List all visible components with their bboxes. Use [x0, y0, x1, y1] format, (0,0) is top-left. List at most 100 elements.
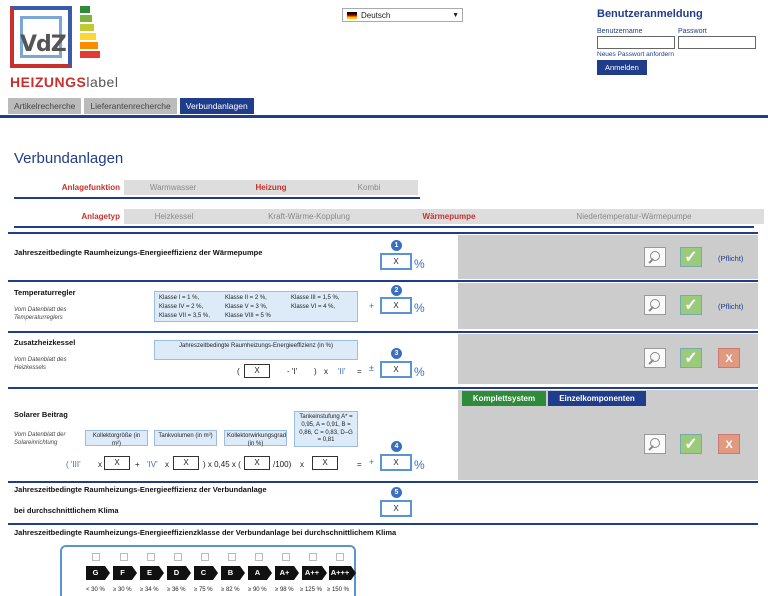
- s5-subtitle: bei durchschnittlichem Klima: [14, 506, 119, 515]
- s3-value-field[interactable]: X: [380, 361, 412, 378]
- s3-minus-i: - 'I': [287, 367, 298, 376]
- s3-open-paren: (: [237, 367, 240, 376]
- s5-value-field[interactable]: X: [380, 500, 412, 517]
- reject-x-icon[interactable]: X: [718, 348, 740, 368]
- class-checkbox-f[interactable]: [120, 553, 128, 561]
- s1-action-panel: [458, 235, 758, 279]
- s2-value-field[interactable]: X: [380, 297, 412, 314]
- logo-label: HEIZUNGSlabel: [10, 74, 119, 90]
- s3-number-badge: 3: [391, 348, 402, 359]
- page-title: Verbundanlagen: [14, 150, 124, 167]
- class-threshold-g: < 30 %: [86, 587, 105, 593]
- section-divider: [8, 387, 758, 389]
- class-checkbox-g[interactable]: [92, 553, 100, 561]
- class-arrow-d: D: [167, 566, 191, 580]
- search-icon[interactable]: [644, 348, 666, 368]
- class-checkbox-a-plus2[interactable]: [309, 553, 317, 561]
- class-arrow-c: C: [194, 566, 218, 580]
- confirm-check-icon[interactable]: ✓: [680, 295, 702, 315]
- s3-equals: =: [357, 367, 362, 376]
- s4-efficiency-field[interactable]: X: [244, 456, 270, 470]
- s4-times-3: x: [300, 460, 304, 469]
- reject-x-icon[interactable]: X: [718, 434, 740, 454]
- confirm-check-icon[interactable]: ✓: [680, 348, 702, 368]
- s4-middle-expr: ) x 0,45 x (: [203, 460, 241, 469]
- search-icon[interactable]: [644, 434, 666, 454]
- option-heizung[interactable]: Heizung: [222, 180, 320, 195]
- s3-close-paren: ): [314, 367, 317, 376]
- class-threshold-a: ≥ 90 %: [248, 587, 267, 593]
- s3-subtitle: Vom Datenblatt des Heizkessels: [14, 357, 67, 371]
- class-checkbox-a-plus[interactable]: [282, 553, 290, 561]
- anlagetyp-label: Anlagetyp: [81, 212, 120, 221]
- tab-einzelkomponenten[interactable]: Einzelkomponenten: [548, 391, 646, 406]
- search-icon[interactable]: [644, 295, 666, 315]
- s3-percent: %: [414, 365, 425, 379]
- s3-times: x: [324, 367, 328, 376]
- class-arrow-a-plus: A+: [275, 566, 299, 580]
- s2-class-table: Klasse I = 1 %, Klasse II = 2 %, Klasse II…: [154, 291, 358, 322]
- anlagefunktion-label: Anlagefunktion: [61, 183, 120, 192]
- class-checkbox-c[interactable]: [201, 553, 209, 561]
- class-checkbox-a[interactable]: [255, 553, 263, 561]
- s4-value-field[interactable]: X: [380, 454, 412, 471]
- chevron-down-icon: ▼: [452, 11, 459, 19]
- password-label: Passwort: [678, 28, 707, 35]
- s4-number-badge: 4: [391, 441, 402, 452]
- option-nt-waermepumpe[interactable]: Niedertemperatur-Wärmepumpe: [504, 209, 764, 224]
- s4-div100: /100): [273, 460, 292, 469]
- confirm-check-icon[interactable]: ✓: [680, 434, 702, 454]
- search-icon[interactable]: [644, 247, 666, 267]
- option-waermepumpe[interactable]: Wärmepumpe: [394, 209, 504, 224]
- s4-tank-volume-field[interactable]: X: [173, 456, 199, 470]
- class-checkbox-b[interactable]: [228, 553, 236, 561]
- s4-plus: +: [135, 460, 140, 469]
- class-threshold-e: ≥ 34 %: [140, 587, 159, 593]
- s4-times-2: x: [165, 460, 169, 469]
- s4-percent: %: [414, 458, 425, 472]
- anlagetyp-row: Anlagetyp Heizkessel Kraft-Wärme-Kopplun…: [14, 209, 764, 224]
- s6-title: Jahreszeitbedingte Raumheizungs-Energiee…: [14, 528, 397, 537]
- section-divider: [8, 523, 758, 525]
- class-threshold-a-plus3: ≥ 150 %: [327, 587, 349, 593]
- tab-verbundanlagen[interactable]: Verbundanlagen: [179, 98, 254, 114]
- class-checkbox-d[interactable]: [174, 553, 182, 561]
- s3-inner-field[interactable]: X: [244, 364, 270, 378]
- vdz-logo[interactable]: VdZ HEIZUNGSlabel: [8, 4, 118, 92]
- s4-tank-class-field[interactable]: X: [312, 456, 338, 470]
- s4-collector-size-field[interactable]: X: [104, 456, 130, 470]
- s3-factor-ii: 'II': [338, 367, 346, 376]
- anlagefunktion-row: Anlagefunktion Warmwasser Heizung Kombi: [14, 180, 418, 195]
- class-checkbox-a-plus3[interactable]: [336, 553, 344, 561]
- s4-info-collector-size: Kollektorgröße (in m²): [85, 430, 148, 447]
- s5-title: Jahreszeitbedingte Raumheizungs-Energiee…: [14, 485, 267, 494]
- option-kombi[interactable]: Kombi: [320, 180, 418, 195]
- class-arrow-a-plus3: A+++: [329, 566, 356, 580]
- s1-pflicht: (Pflicht): [718, 254, 744, 263]
- option-warmwasser[interactable]: Warmwasser: [124, 180, 222, 195]
- s1-value-field[interactable]: X: [380, 253, 412, 270]
- tab-lieferantenrecherche[interactable]: Lieferantenrecherche: [84, 98, 177, 114]
- anlagefunktion-underline: [14, 197, 420, 199]
- nav-divider: [0, 115, 768, 118]
- tab-komplettsystem[interactable]: Komplettsystem: [462, 391, 546, 406]
- password-input[interactable]: [678, 36, 756, 49]
- option-kwk[interactable]: Kraft-Wärme-Kopplung: [224, 209, 394, 224]
- s4-subtitle: Vom Datenblatt der Solareinrichtung: [14, 432, 66, 446]
- language-select[interactable]: Deutsch ▼: [342, 8, 463, 22]
- confirm-check-icon[interactable]: ✓: [680, 247, 702, 267]
- class-arrow-a: A: [248, 566, 272, 580]
- s3-plusminus: ±: [369, 363, 374, 373]
- class-arrow-e: E: [140, 566, 164, 580]
- class-arrow-f: F: [113, 566, 137, 580]
- main-nav: Artikelrecherche Lieferantenrecherche Ve…: [8, 98, 254, 114]
- class-checkbox-e[interactable]: [147, 553, 155, 561]
- s1-number-badge: 1: [391, 240, 402, 251]
- logo-brand-text: VdZ: [20, 32, 67, 57]
- option-heizkessel[interactable]: Heizkessel: [124, 209, 224, 224]
- section-divider: [8, 280, 758, 282]
- login-button[interactable]: Anmelden: [597, 60, 647, 75]
- tab-artikelrecherche[interactable]: Artikelrecherche: [8, 98, 82, 114]
- username-input[interactable]: [597, 36, 675, 49]
- forgot-password-link[interactable]: Neues Passwort anfordern: [597, 51, 762, 58]
